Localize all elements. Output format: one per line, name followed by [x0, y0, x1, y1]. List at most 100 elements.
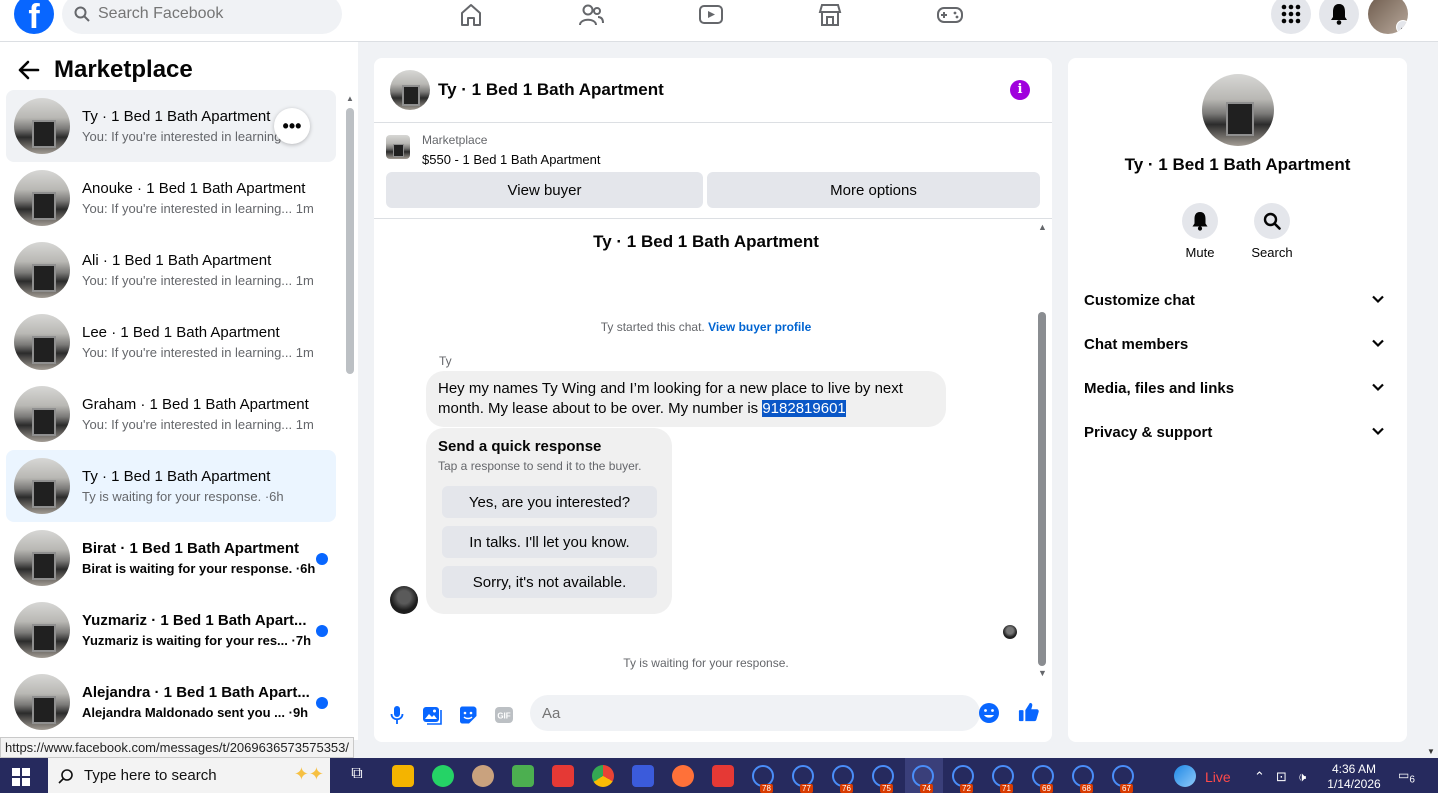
quick-response-card: Send a quick response Tap a response to …	[426, 428, 672, 614]
taskbar-clock[interactable]: 4:36 AM 1/14/2026	[1322, 762, 1386, 792]
network-icon[interactable]: ⊡	[1276, 769, 1287, 785]
privacy-support-section[interactable]: Privacy & support	[1076, 410, 1399, 454]
notifications-button[interactable]	[1319, 0, 1359, 34]
message-thread: Ty · 1 Bed 1 Bath Apartment Ty started t…	[374, 220, 1052, 680]
scroll-up-arrow[interactable]: ▲	[1038, 222, 1047, 232]
search-icon	[1263, 212, 1281, 230]
more-options-button[interactable]: •••	[274, 108, 310, 144]
listing-thumbnail	[14, 386, 70, 442]
thumbs-up-icon[interactable]	[1018, 701, 1040, 723]
notification-center-icon[interactable]: ▭6	[1398, 768, 1415, 785]
sidebar-scrollbar[interactable]	[346, 108, 354, 374]
chat-title: Ty · 1 Bed 1 Bath Apartment	[438, 80, 664, 99]
task-view-icon[interactable]: ⧉	[346, 765, 368, 787]
photo-icon[interactable]	[421, 704, 443, 726]
volume-icon[interactable]: 🕩	[1298, 769, 1306, 785]
conversation-title: Graham · 1 Bed 1 Bath Apartment	[82, 396, 309, 413]
customize-chat-section[interactable]: Customize chat	[1076, 278, 1399, 322]
chat-panel: Ty · 1 Bed 1 Bath Apartment i Marketplac…	[374, 58, 1052, 742]
anydesk-icon[interactable]	[552, 765, 574, 787]
quick-response-title: Send a quick response	[438, 438, 602, 455]
quick-reply-button[interactable]: Yes, are you interested?	[442, 486, 657, 518]
chat-details-panel: Ty · 1 Bed 1 Bath Apartment Mute Search …	[1068, 58, 1407, 742]
conversation-item[interactable]: Lee · 1 Bed 1 Bath Apartment You: If you…	[6, 306, 336, 378]
conversation-preview: You: If you're interested in learning...…	[82, 273, 314, 288]
file-explorer-icon[interactable]	[392, 765, 414, 787]
video-icon[interactable]	[695, 2, 727, 28]
home-icon[interactable]	[455, 2, 487, 28]
app-icon[interactable]	[632, 765, 654, 787]
conversation-item[interactable]: Anouke · 1 Bed 1 Bath Apartment You: If …	[6, 162, 336, 234]
listing-title[interactable]: $550 - 1 Bed 1 Bath Apartment	[422, 152, 601, 167]
window-badge: 77	[800, 784, 813, 793]
conversation-title: Alejandra · 1 Bed 1 Bath Apart...	[82, 684, 310, 701]
gif-icon[interactable]: GIF	[493, 704, 515, 726]
message-bubble[interactable]: Hey my names Ty Wing and I’m looking for…	[426, 371, 946, 427]
page-scrollbar[interactable]: ▼	[1424, 42, 1438, 758]
view-buyer-profile-link[interactable]: View buyer profile	[708, 320, 811, 334]
search-facebook-input[interactable]	[98, 5, 318, 23]
thread-scrollbar[interactable]	[1038, 312, 1046, 666]
conversation-time: 1m	[295, 417, 314, 432]
marketplace-inbox-panel: Marketplace ▲ Ty · 1 Bed 1 Bath Apartmen…	[0, 42, 358, 740]
friends-icon[interactable]	[575, 2, 607, 28]
info-icon[interactable]: i	[1010, 80, 1030, 100]
details-avatar[interactable]	[1202, 74, 1274, 146]
conversation-item-selected[interactable]: Ty · 1 Bed 1 Bath Apartment Ty is waitin…	[6, 450, 336, 522]
search-highlight-icon: ✦✦	[293, 764, 324, 784]
taskbar-search-box[interactable]: Type here to search ✦✦	[48, 758, 330, 793]
chat-avatar[interactable]	[390, 70, 430, 110]
conversation-title: Yuzmariz · 1 Bed 1 Bath Apart...	[82, 612, 307, 629]
marketplace-icon[interactable]	[814, 2, 846, 28]
search-button[interactable]: Search	[1236, 203, 1308, 260]
scroll-up-arrow[interactable]: ▲	[346, 94, 354, 103]
tray-chevron-up-icon[interactable]: ⌃	[1254, 769, 1265, 785]
conversation-item[interactable]: Ty · 1 Bed 1 Bath Apartment You: If you'…	[6, 90, 336, 162]
quick-reply-button[interactable]: Sorry, it's not available.	[442, 566, 657, 598]
conversation-item[interactable]: Birat · 1 Bed 1 Bath Apartment Birat is …	[6, 522, 336, 594]
scroll-down-arrow[interactable]: ▼	[1038, 668, 1047, 678]
selected-phone-number[interactable]: 9182819601	[762, 400, 846, 417]
sender-avatar[interactable]	[390, 586, 418, 614]
chat-members-section[interactable]: Chat members	[1076, 322, 1399, 366]
firefox-icon[interactable]	[672, 765, 694, 787]
chevron-down-icon	[1372, 427, 1384, 436]
app-icon[interactable]	[712, 765, 734, 787]
windows-start-icon[interactable]	[12, 768, 30, 786]
whatsapp-icon[interactable]	[432, 765, 454, 787]
profile-avatar[interactable]: ⌄	[1368, 0, 1408, 34]
message-input[interactable]	[530, 695, 980, 731]
conversation-item[interactable]: Ali · 1 Bed 1 Bath Apartment You: If you…	[6, 234, 336, 306]
view-buyer-button[interactable]: View buyer	[386, 172, 703, 208]
conversation-item[interactable]: Alejandra · 1 Bed 1 Bath Apart... Alejan…	[6, 666, 336, 738]
back-arrow-icon[interactable]	[18, 60, 40, 80]
notification-count: 6	[1409, 774, 1415, 786]
listing-thumbnail	[14, 530, 70, 586]
conversation-title: Anouke · 1 Bed 1 Bath Apartment	[82, 180, 306, 197]
media-files-links-section[interactable]: Media, files and links	[1076, 366, 1399, 410]
scroll-down-arrow[interactable]: ▼	[1427, 747, 1435, 756]
mute-button[interactable]: Mute	[1164, 203, 1236, 260]
microphone-icon[interactable]	[386, 704, 408, 726]
spreadsheet-icon[interactable]	[512, 765, 534, 787]
more-options-button[interactable]: More options	[707, 172, 1040, 208]
menu-grid-button[interactable]	[1271, 0, 1311, 34]
details-name: Ty · 1 Bed 1 Bath Apartment	[1124, 155, 1351, 174]
sticker-icon[interactable]	[457, 704, 479, 726]
listing-thumbnail	[14, 314, 70, 370]
chrome-icon[interactable]	[592, 765, 614, 787]
window-badge: 68	[1080, 784, 1093, 793]
cricket-live-icon[interactable]	[1174, 765, 1196, 787]
search-facebook-box[interactable]	[62, 0, 342, 34]
conversation-item[interactable]: Yuzmariz · 1 Bed 1 Bath Apart... Yuzmari…	[6, 594, 336, 666]
conversation-item[interactable]: Graham · 1 Bed 1 Bath Apartment You: If …	[6, 378, 336, 450]
live-label[interactable]: Live	[1205, 769, 1231, 785]
read-receipt-avatar	[1003, 625, 1017, 639]
paint-icon[interactable]	[472, 765, 494, 787]
emoji-icon[interactable]	[978, 702, 1000, 724]
facebook-logo[interactable]: f	[14, 0, 54, 34]
quick-reply-button[interactable]: In talks. I'll let you know.	[442, 526, 657, 558]
taskbar-search-placeholder: Type here to search	[84, 767, 217, 784]
listing-thumbnail	[14, 242, 70, 298]
gaming-icon[interactable]	[934, 2, 966, 28]
